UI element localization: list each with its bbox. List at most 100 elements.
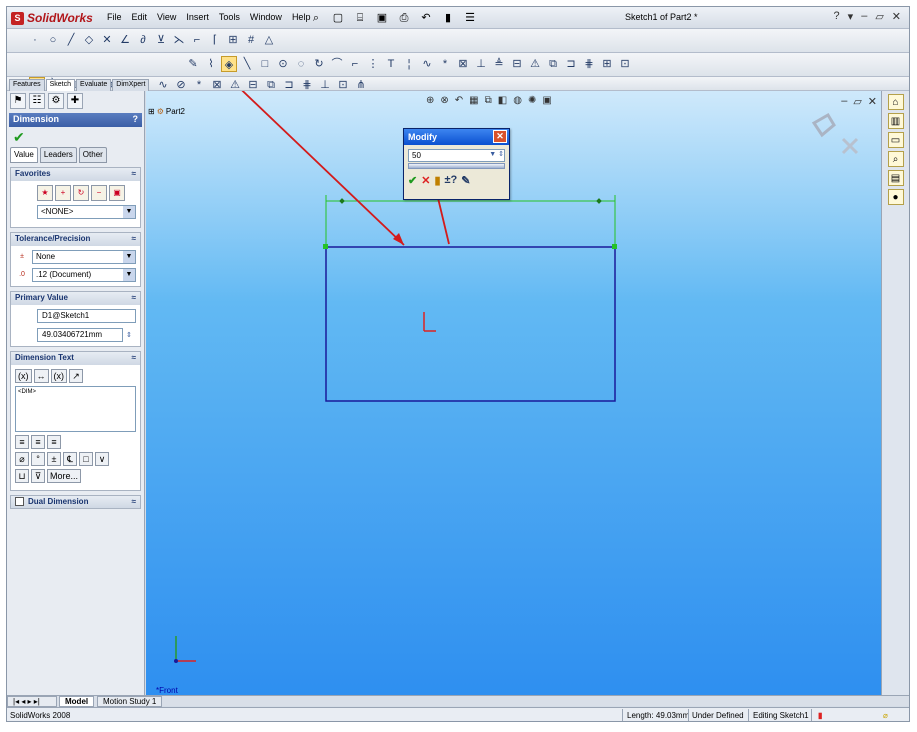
- menu-edit[interactable]: Edit: [132, 12, 148, 22]
- graphics-area[interactable]: ⊞ ⚙ Part2 ⊕ ⊗ ↶ ▦ ⧉ ◧ ◍ ✺ ▣ – ▱ ✕ *Front: [146, 91, 883, 695]
- pin-icon[interactable]: ⌕: [307, 10, 325, 26]
- inspection-dimension-icon[interactable]: (x): [50, 369, 67, 383]
- more-symbols-dropdown-icon[interactable]: ∨: [95, 452, 109, 466]
- confirmation-corner[interactable]: [811, 112, 859, 155]
- rebuild-status-icon[interactable]: ▮: [818, 711, 822, 720]
- sketch-rectangle[interactable]: [325, 246, 616, 402]
- ok-icon[interactable]: ✔: [408, 174, 417, 187]
- bracket-icon[interactable]: ⌈: [207, 32, 223, 48]
- close-icon[interactable]: ✕: [493, 130, 507, 143]
- square-symbol-icon[interactable]: □: [79, 452, 93, 466]
- collapse-icon[interactable]: ≈: [132, 169, 136, 180]
- appearances-icon[interactable]: ●: [887, 189, 904, 205]
- centerline-symbol-icon[interactable]: ℄: [63, 452, 77, 466]
- tab-model[interactable]: Model: [59, 696, 95, 707]
- centerline-icon[interactable]: ⋮: [365, 56, 381, 72]
- triangle-icon[interactable]: △: [261, 32, 277, 48]
- rebuild-icon[interactable]: ▮: [434, 174, 440, 187]
- precision-select[interactable]: .12 (Document) ▼: [32, 268, 136, 282]
- dimension-handle-right[interactable]: [596, 198, 602, 204]
- spin-arrows-icon[interactable]: ⇕: [126, 331, 136, 339]
- save-icon[interactable]: ▣: [373, 10, 391, 26]
- rectangle-corner-icon[interactable]: ⌐: [189, 32, 205, 48]
- open-folder-icon[interactable]: ⌸: [351, 10, 369, 26]
- dimension-text-header[interactable]: Dimension Text ≈: [11, 352, 140, 365]
- spin-arrows-icon[interactable]: ▼ ⇕: [489, 150, 504, 158]
- linear-pattern-icon[interactable]: ⋕: [581, 56, 597, 72]
- configuration-manager-icon[interactable]: ⚙: [48, 93, 64, 109]
- sketch-icon[interactable]: ✎: [185, 56, 201, 72]
- update-favorite-icon[interactable]: ↻: [73, 185, 89, 201]
- tab-dimxpert[interactable]: DimXpert: [112, 79, 150, 91]
- plus-minus-symbol-icon[interactable]: ±: [47, 452, 61, 466]
- tolerance-type-select[interactable]: None ▼: [32, 250, 136, 264]
- modify-value-input[interactable]: 50 ▼ ⇕: [408, 149, 505, 162]
- property-manager-icon[interactable]: ☷: [29, 93, 45, 109]
- pm-help-icon[interactable]: ?: [133, 114, 139, 126]
- display-relations-icon[interactable]: ≜: [491, 56, 507, 72]
- exit-sketch-icon[interactable]: [811, 112, 836, 138]
- circular-pattern-icon[interactable]: ⊞: [599, 56, 615, 72]
- dimension-handle-left[interactable]: [339, 198, 345, 204]
- mirror-icon[interactable]: ⊟: [509, 56, 525, 72]
- file-explorer-icon[interactable]: ▭: [887, 132, 904, 148]
- quick-tips-icon[interactable]: ⌀: [883, 711, 888, 720]
- sketch-fillet-icon[interactable]: ⌐: [347, 56, 363, 72]
- add-relation-icon[interactable]: ⊥: [473, 56, 489, 72]
- depth-icon[interactable]: ⊽: [31, 469, 45, 483]
- tab-other[interactable]: Other: [78, 147, 107, 163]
- rebuild-icon[interactable]: ▮: [439, 10, 457, 26]
- tab-sketch[interactable]: Sketch: [45, 79, 76, 91]
- primary-value-header[interactable]: Primary Value ≈: [11, 292, 140, 305]
- center-dimension-icon[interactable]: ↔: [33, 369, 49, 383]
- save-favorite-icon[interactable]: ▣: [109, 185, 125, 201]
- degree-symbol-icon[interactable]: °: [31, 452, 45, 466]
- view-palette-icon[interactable]: ▤: [887, 170, 904, 186]
- more-symbols-button[interactable]: More...: [47, 469, 82, 483]
- tolerance-header[interactable]: Tolerance/Precision ≈: [11, 233, 140, 246]
- dual-dimension-group[interactable]: Dual Dimension ≈: [10, 495, 141, 509]
- rectangle-tool-icon[interactable]: □: [257, 56, 273, 72]
- feature-manager-icon[interactable]: ⚑: [10, 93, 26, 109]
- restore-icon[interactable]: ▱: [875, 10, 883, 23]
- tab-scroll-arrows[interactable]: |◂ ◂ ▸ ▸|: [7, 696, 57, 707]
- undo-icon[interactable]: ↶: [417, 10, 435, 26]
- construction-icon[interactable]: ¦: [401, 56, 417, 72]
- circle-tool-icon[interactable]: ⊙: [275, 56, 291, 72]
- polygon-icon[interactable]: ◇: [81, 32, 97, 48]
- diameter-symbol-icon[interactable]: ⌀: [15, 452, 29, 466]
- tab-evaluate[interactable]: Evaluate: [76, 79, 112, 91]
- smart-dimension-icon[interactable]: ◈: [221, 56, 237, 72]
- dimension-text-box[interactable]: <DIM>: [15, 386, 136, 432]
- favorites-header[interactable]: Favorites ≈: [11, 168, 140, 181]
- delete-favorite-icon[interactable]: −: [91, 185, 107, 201]
- point-tool-icon[interactable]: *: [437, 56, 453, 72]
- trim-icon[interactable]: ✕: [99, 32, 115, 48]
- add-favorite-icon[interactable]: +: [55, 185, 71, 201]
- offset-text-icon[interactable]: ↗: [69, 369, 83, 383]
- line-icon[interactable]: ╱: [63, 32, 79, 48]
- dimxpert-manager-icon[interactable]: ✚: [67, 93, 83, 109]
- align-center-icon[interactable]: ≡: [31, 435, 45, 449]
- menu-insert[interactable]: Insert: [186, 12, 209, 22]
- text-tool-icon[interactable]: T: [383, 56, 399, 72]
- table-icon[interactable]: ⊞: [225, 32, 241, 48]
- print-icon[interactable]: ⎙: [395, 10, 413, 26]
- grid-icon[interactable]: #: [243, 32, 259, 48]
- menu-tools[interactable]: Tools: [219, 12, 240, 22]
- tab-leaders[interactable]: Leaders: [39, 147, 77, 163]
- three-point-arc-icon[interactable]: ⌒: [329, 56, 345, 72]
- offset-icon[interactable]: ⋋: [171, 32, 187, 48]
- tab-motion-study[interactable]: Motion Study 1: [97, 696, 163, 707]
- add-parentheses-icon[interactable]: (x): [15, 369, 32, 383]
- expand-icon[interactable]: ≈: [132, 497, 136, 507]
- search-icon[interactable]: ⌕: [887, 151, 904, 167]
- extend-icon[interactable]: ⊻: [153, 32, 169, 48]
- apply-favorite-icon[interactable]: ★: [37, 185, 53, 201]
- dimension-annotation[interactable]: [325, 195, 616, 247]
- rectangle-corner-point[interactable]: [612, 244, 617, 249]
- move-entities-icon[interactable]: ⚠: [527, 56, 543, 72]
- collapse-icon[interactable]: ≈: [132, 353, 136, 364]
- resources-icon[interactable]: ⌂: [887, 94, 904, 110]
- collapse-icon[interactable]: ≈: [132, 293, 136, 304]
